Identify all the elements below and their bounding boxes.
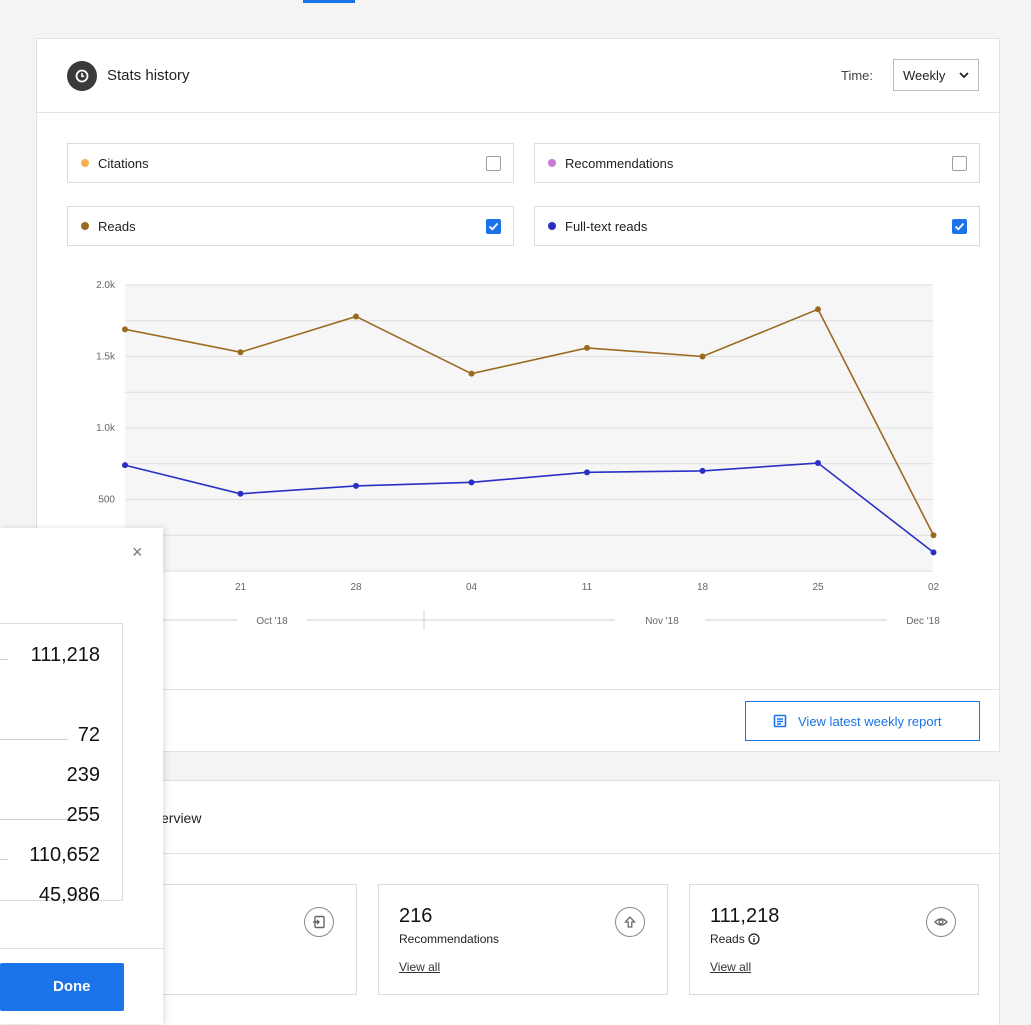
view-weekly-report-label: View latest weekly report [798,714,942,729]
x-tick-label: 21 [235,582,247,593]
data-point [930,532,937,539]
dialog-value: 72 [77,724,100,746]
row-divider [0,659,8,660]
data-point [353,482,359,489]
stats-history-card: Stats history Time: Weekly Citations Rec… [36,38,1000,752]
view-weekly-report-button[interactable]: View latest weekly report [745,701,980,741]
data-point [815,460,821,467]
overview-title: erview [161,810,202,826]
data-point [122,462,128,469]
divider [37,689,999,690]
done-button[interactable]: Done [0,963,124,1011]
y-tick-label: 2.0k [96,280,116,291]
close-icon[interactable]: × [132,542,143,563]
month-axis: Oct '18 Nov '18 Dec '18 [157,610,940,630]
done-label: Done [53,978,91,995]
data-point [468,479,475,486]
report-icon [773,714,787,728]
data-point [237,349,244,356]
info-icon[interactable] [748,933,760,945]
data-point [699,467,706,474]
stat-number: 111,218 [710,905,780,927]
month-label: Oct '18 [256,616,288,627]
stat-number: 216 [399,905,433,927]
active-tab-indicator [303,0,355,3]
x-axis-ticks: 21 28 04 11 18 25 02 [235,582,940,593]
eye-icon [926,907,956,937]
x-tick-label: 28 [350,582,362,593]
dialog-values-list: 111,218 72 239 255 110,652 45,986 [0,623,123,906]
stat-label-text: Reads [710,932,745,946]
dialog-value: 45,986 [38,884,100,906]
data-point [237,490,244,497]
stat-label: Reads [710,932,760,946]
stats-line-chart: 500 1.0k 1.5k 2.0k 21 28 04 11 18 25 02 Oct '18 No… [96,280,940,630]
dialog-value: 255 [66,804,100,826]
month-label: Dec '18 [906,616,940,627]
divider [0,948,163,949]
data-point [930,549,937,556]
x-tick-label: 02 [928,582,940,593]
y-tick-label: 1.0k [96,423,116,434]
data-point [468,370,475,377]
data-point [584,344,590,351]
data-point [122,326,128,333]
view-all-reads-link[interactable]: View all [710,960,751,974]
month-label: Nov '18 [645,616,679,627]
overview-card: erview 216 Recommendations View all 111,… [36,780,1000,1025]
data-point [584,469,590,476]
row-divider [0,739,68,740]
data-point [699,353,706,360]
row-divider [0,859,8,860]
dialog-value: 110,652 [29,844,100,866]
stats-dialog: × 111,218 72 239 255 110,652 45,986 Done [0,528,163,1024]
dialog-value: 111,218 [30,644,100,666]
y-tick-label: 1.5k [96,352,116,363]
y-axis-ticks: 500 1.0k 1.5k 2.0k [96,280,116,506]
view-all-recommendations-link[interactable]: View all [399,960,440,974]
export-icon [304,907,334,937]
y-tick-label: 500 [98,495,115,506]
x-tick-label: 11 [582,582,593,593]
x-tick-label: 04 [466,582,478,593]
x-tick-label: 25 [812,582,824,593]
stat-card-recommendations: 216 Recommendations View all [378,884,668,995]
stat-label: Recommendations [399,932,500,946]
arrow-up-icon [615,907,645,937]
x-tick-label: 18 [697,582,709,593]
stat-card-reads: 111,218 Reads View all [689,884,979,995]
overview-header: erview [37,781,999,854]
dialog-value: 239 [66,764,100,786]
data-point [353,313,359,320]
data-point [815,306,821,313]
